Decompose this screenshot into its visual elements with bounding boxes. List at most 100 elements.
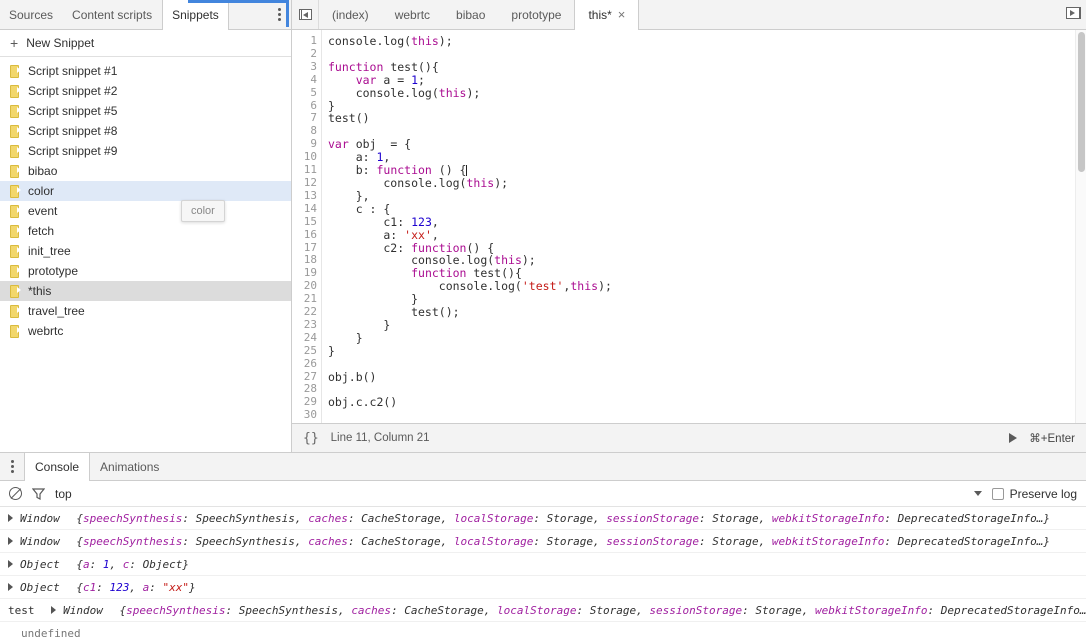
- code-line: c : {: [328, 201, 391, 216]
- line-number: 14: [303, 201, 317, 215]
- snippet-label: *this: [28, 284, 52, 298]
- editor-scrollbar-thumb[interactable]: [1078, 32, 1085, 172]
- editor-tab-prototype[interactable]: prototype: [498, 0, 574, 29]
- kebab-menu-icon[interactable]: [0, 453, 24, 480]
- tab-console[interactable]: Console: [24, 453, 91, 481]
- file-icon: [10, 124, 21, 138]
- console-message[interactable]: test Window {speechSynthesis: SpeechSynt…: [0, 599, 1086, 622]
- list-item[interactable]: travel_tree: [0, 301, 291, 321]
- code-line: console.log(this);: [328, 175, 509, 190]
- snippet-list[interactable]: Script snippet #1 Script snippet #2 Scri…: [0, 57, 291, 452]
- sources-panel: Sources Content scripts Snippets + New S…: [0, 0, 1086, 453]
- console-toolbar: top Preserve log: [0, 481, 1086, 507]
- code-line: obj.c.c2(): [328, 395, 398, 410]
- file-icon: [10, 244, 21, 258]
- editor-tabbar: (index) webrtc bibao prototype this* ×: [292, 0, 1086, 30]
- code-line: c1: 123,: [328, 214, 439, 229]
- list-item[interactable]: Script snippet #1: [0, 61, 291, 81]
- file-icon: [10, 224, 21, 238]
- expand-arrow-icon[interactable]: [8, 537, 13, 545]
- preserve-log-checkbox[interactable]: [991, 487, 1004, 500]
- list-item[interactable]: Script snippet #2: [0, 81, 291, 101]
- console-message[interactable]: Window {speechSynthesis: SpeechSynthesis…: [0, 507, 1086, 530]
- console-message-list[interactable]: Window {speechSynthesis: SpeechSynthesis…: [0, 507, 1086, 640]
- list-item[interactable]: fetch: [0, 221, 291, 241]
- list-item[interactable]: Script snippet #9: [0, 141, 291, 161]
- list-item-color[interactable]: color: [0, 181, 291, 201]
- editor-tab-label: bibao: [456, 7, 486, 22]
- line-number: 1: [310, 34, 317, 47]
- snippet-label: init_tree: [28, 244, 71, 258]
- pretty-print-icon[interactable]: {}: [303, 431, 319, 446]
- tab-animations[interactable]: Animations: [90, 453, 169, 480]
- editor-tab-this[interactable]: this* ×: [574, 0, 640, 30]
- editor-tab-label: this*: [588, 7, 612, 22]
- editor-pane: (index) webrtc bibao prototype this* × 1…: [292, 0, 1086, 452]
- line-number: 30: [303, 408, 317, 422]
- chevron-down-icon[interactable]: [973, 491, 982, 496]
- sidebar-tab-sources[interactable]: Sources: [0, 0, 63, 29]
- list-item-this[interactable]: *this: [0, 281, 291, 301]
- sidebar-tabbar-spacer: [229, 0, 267, 29]
- console-object-body: {speechSynthesis: SpeechSynthesis, cache…: [76, 511, 1050, 525]
- line-number: 12: [303, 175, 317, 189]
- show-navigator-icon[interactable]: [292, 0, 319, 29]
- line-number: 15: [303, 214, 317, 228]
- console-context-selector[interactable]: top: [55, 487, 72, 501]
- list-item[interactable]: prototype: [0, 261, 291, 281]
- expand-arrow-icon[interactable]: [8, 560, 13, 568]
- sidebar-tab-snippets[interactable]: Snippets: [162, 0, 229, 30]
- close-icon[interactable]: ×: [618, 8, 626, 21]
- file-icon: [10, 64, 21, 78]
- editor-tab-label: (index): [332, 7, 369, 22]
- console-message[interactable]: Object {a: 1, c: Object}: [0, 553, 1086, 576]
- code-line: var obj = {: [328, 137, 412, 152]
- sidebar-tab-content-scripts[interactable]: Content scripts: [63, 0, 162, 29]
- console-message[interactable]: Window {speechSynthesis: SpeechSynthesis…: [0, 530, 1086, 553]
- tab-console-label: Console: [35, 459, 80, 474]
- code-line: }: [328, 343, 335, 358]
- list-item[interactable]: bibao: [0, 161, 291, 181]
- console-message[interactable]: undefined: [0, 622, 1086, 640]
- list-item[interactable]: Script snippet #8: [0, 121, 291, 141]
- console-undefined: undefined: [21, 626, 81, 640]
- line-number: 13: [303, 188, 317, 202]
- editor-tab-webrtc[interactable]: webrtc: [382, 0, 443, 29]
- expand-arrow-icon[interactable]: [8, 514, 13, 522]
- show-panel-icon[interactable]: [1064, 5, 1082, 21]
- editor-scrollbar[interactable]: [1075, 30, 1086, 423]
- snippet-label: Script snippet #5: [28, 104, 118, 118]
- file-icon: [10, 304, 21, 318]
- code-line: console.log(this);: [328, 85, 481, 100]
- line-number: 24: [303, 330, 317, 344]
- clear-console-icon[interactable]: [9, 487, 22, 500]
- code-line: test(): [328, 111, 370, 126]
- editor-tab-index[interactable]: (index): [319, 0, 382, 29]
- list-item[interactable]: webrtc: [0, 321, 291, 341]
- console-message[interactable]: Object {c1: 123, a: "xx"}: [0, 576, 1086, 599]
- snippet-label: Script snippet #8: [28, 124, 118, 138]
- code-editor[interactable]: 1 2 3 4 5 6 7 8 9 10 11 12 13 14 15 16 1: [292, 30, 1086, 423]
- progress-accent-bar: [188, 0, 286, 3]
- drawer-tabbar: Console Animations: [0, 453, 1086, 481]
- new-snippet-button[interactable]: + New Snippet: [0, 30, 291, 57]
- preserve-log-toggle[interactable]: Preserve log: [991, 487, 1077, 501]
- console-object-body: {c1: 123, a: "xx"}: [76, 580, 196, 594]
- file-icon: [10, 324, 21, 338]
- editor-tab-bibao[interactable]: bibao: [443, 0, 498, 29]
- list-item[interactable]: Script snippet #5: [0, 101, 291, 121]
- filter-icon[interactable]: [31, 487, 46, 500]
- list-item[interactable]: init_tree: [0, 241, 291, 261]
- file-icon: [10, 284, 21, 298]
- sidebar-tabbar: Sources Content scripts Snippets: [0, 0, 291, 30]
- expand-arrow-icon[interactable]: [51, 606, 57, 614]
- expand-arrow-icon[interactable]: [8, 583, 13, 591]
- devtools-window: Sources Content scripts Snippets + New S…: [0, 0, 1086, 640]
- file-icon: [10, 164, 21, 178]
- run-triangle-icon[interactable]: [1009, 433, 1018, 443]
- list-item[interactable]: event: [0, 201, 291, 221]
- code-lines[interactable]: console.log(this); function test(){ var …: [322, 30, 1086, 423]
- console-object-body: {speechSynthesis: SpeechSynthesis, cache…: [119, 603, 1086, 617]
